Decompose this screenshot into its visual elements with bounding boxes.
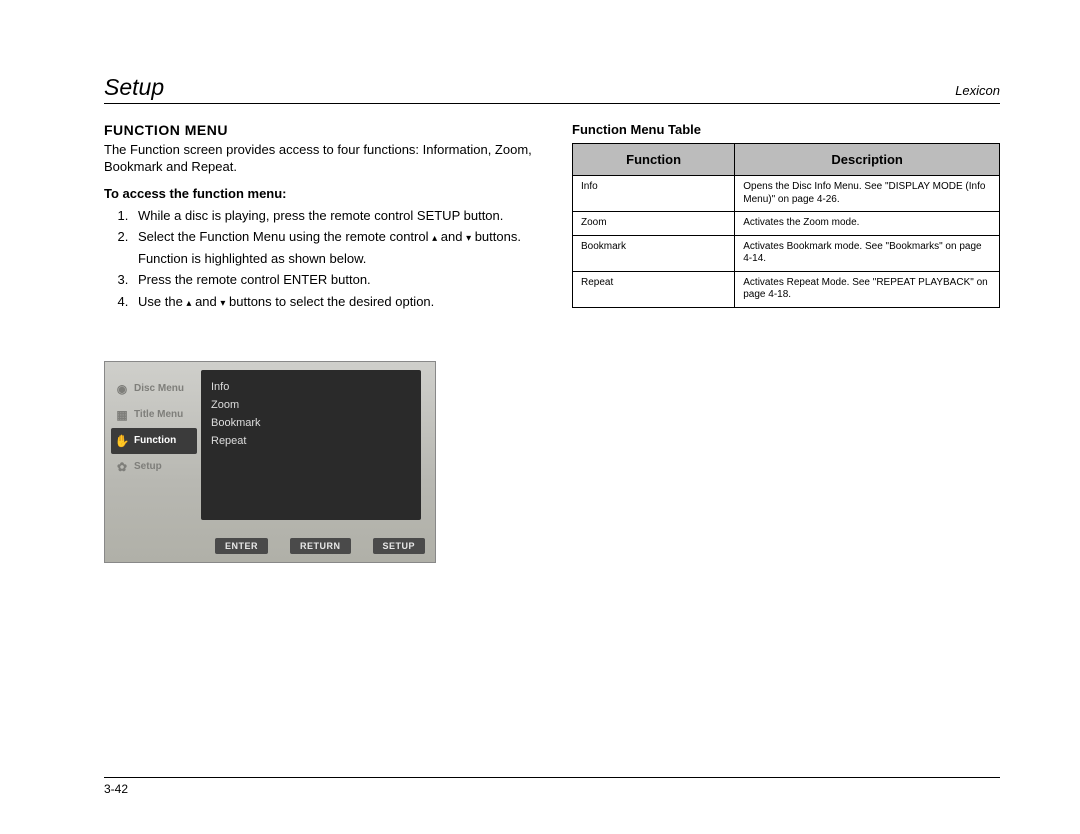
step-2: Select the Function Menu using the remot… xyxy=(132,228,532,267)
section-title: FUNCTION MENU xyxy=(104,122,532,138)
osd-opt-zoom: Zoom xyxy=(211,396,411,414)
table-row: Repeat Activates Repeat Mode. See "REPEA… xyxy=(573,271,1000,307)
brand-label: Lexicon xyxy=(955,83,1000,98)
th-description: Description xyxy=(735,144,1000,176)
table-row: Info Opens the Disc Info Menu. See "DISP… xyxy=(573,176,1000,212)
step-1: While a disc is playing, press the remot… xyxy=(132,207,532,225)
osd-screenshot: ◉ Disc Menu ▦ Title Menu ✋ Function ✿ Se… xyxy=(104,361,436,563)
intro-paragraph: The Function screen provides access to f… xyxy=(104,142,532,176)
step-2-note: Function is highlighted as shown below. xyxy=(138,250,532,268)
manual-page: Setup Lexicon FUNCTION MENU The Function… xyxy=(0,0,1080,834)
grid-icon: ▦ xyxy=(115,408,129,422)
osd-hint-setup: SETUP xyxy=(373,538,426,554)
steps-list: While a disc is playing, press the remot… xyxy=(104,207,532,311)
osd-side-function: ✋ Function xyxy=(111,428,197,454)
chapter-title: Setup xyxy=(104,74,164,101)
osd-panel: Info Zoom Bookmark Repeat xyxy=(201,370,421,520)
osd-opt-info: Info xyxy=(211,378,411,396)
gear-icon: ✿ xyxy=(115,460,129,474)
page-number: 3-42 xyxy=(104,777,1000,796)
table-row: Bookmark Activates Bookmark mode. See "B… xyxy=(573,235,1000,271)
content-columns: FUNCTION MENU The Function screen provid… xyxy=(104,122,1000,563)
page-header: Setup Lexicon xyxy=(104,74,1000,104)
left-column: FUNCTION MENU The Function screen provid… xyxy=(104,122,532,563)
step-4: Use the and buttons to select the desire… xyxy=(132,293,532,311)
access-heading: To access the function menu: xyxy=(104,186,532,201)
hand-icon: ✋ xyxy=(115,434,129,448)
osd-side-title-menu: ▦ Title Menu xyxy=(111,402,197,428)
function-menu-table: Function Description Info Opens the Disc… xyxy=(572,143,1000,308)
osd-button-hints: ENTER RETURN SETUP xyxy=(215,538,425,554)
step-3: Press the remote control ENTER button. xyxy=(132,271,532,289)
osd-opt-repeat: Repeat xyxy=(211,432,411,450)
table-heading: Function Menu Table xyxy=(572,122,1000,137)
table-row: Zoom Activates the Zoom mode. xyxy=(573,212,1000,236)
right-column: Function Menu Table Function Description… xyxy=(572,122,1000,563)
osd-sidebar: ◉ Disc Menu ▦ Title Menu ✋ Function ✿ Se… xyxy=(111,376,197,480)
osd-opt-bookmark: Bookmark xyxy=(211,414,411,432)
osd-side-setup: ✿ Setup xyxy=(111,454,197,480)
th-function: Function xyxy=(573,144,735,176)
osd-side-disc-menu: ◉ Disc Menu xyxy=(111,376,197,402)
osd-hint-return: RETURN xyxy=(290,538,351,554)
disc-icon: ◉ xyxy=(115,382,129,396)
osd-hint-enter: ENTER xyxy=(215,538,268,554)
